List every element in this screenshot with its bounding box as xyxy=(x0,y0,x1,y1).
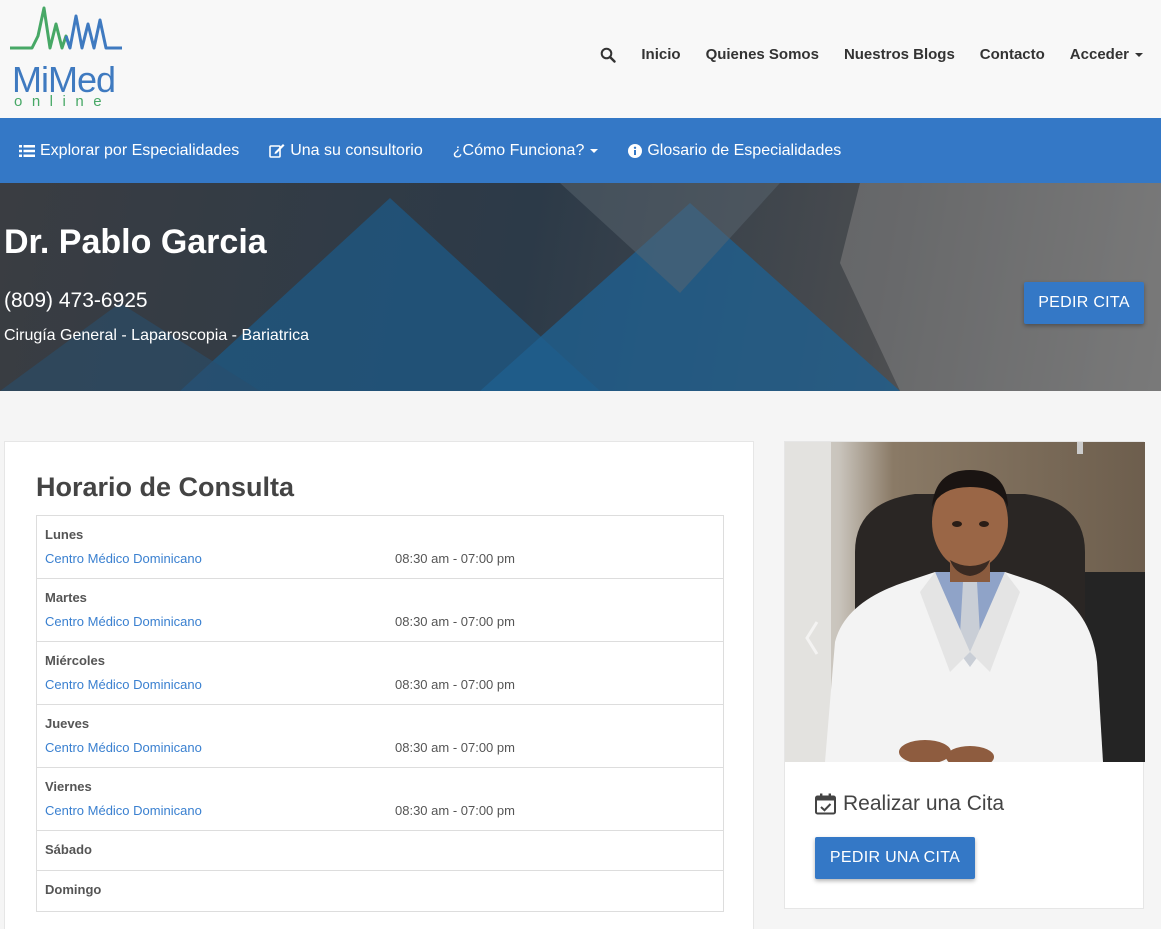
schedule-location-link[interactable]: Centro Médico Dominicano xyxy=(45,740,202,755)
nav-inicio[interactable]: Inicio xyxy=(641,46,680,63)
schedule-card: Horario de Consulta Lunes Centro Médico … xyxy=(4,441,754,929)
edit-icon xyxy=(269,144,285,158)
schedule-day: Jueves xyxy=(45,716,90,731)
logo-tagline: online xyxy=(14,93,112,110)
schedule-table: Lunes Centro Médico Dominicano 08:30 am … xyxy=(36,515,724,912)
nav-explorar-label: Explorar por Especialidades xyxy=(40,141,240,159)
pedir-una-cita-button[interactable]: PEDIR UNA CITA xyxy=(815,837,975,879)
nav-contacto[interactable]: Contacto xyxy=(980,46,1045,63)
schedule-location-link[interactable]: Centro Médico Dominicano xyxy=(45,614,202,629)
nav-como-funciona-label: ¿Cómo Funciona? xyxy=(452,141,585,159)
schedule-time: 08:30 am - 07:00 pm xyxy=(395,740,515,755)
pedir-cita-button[interactable]: PEDIR CITA xyxy=(1024,282,1144,324)
schedule-location-link[interactable]: Centro Médico Dominicano xyxy=(45,551,202,566)
nav-quienes-somos[interactable]: Quienes Somos xyxy=(706,46,819,63)
appointment-card: Realizar una Cita PEDIR UNA CITA xyxy=(784,441,1145,909)
search-button[interactable] xyxy=(600,47,617,63)
hero-background-decoration xyxy=(0,183,1161,391)
table-row: Sábado xyxy=(37,831,723,871)
doctor-phone: (809) 473-6925 xyxy=(4,289,148,312)
doctor-name: Dr. Pablo Garcia xyxy=(4,223,267,261)
schedule-day: Sábado xyxy=(45,842,92,857)
search-icon xyxy=(601,47,617,63)
table-row: Domingo xyxy=(37,871,723,911)
top-navigation: Inicio Quienes Somos Nuestros Blogs Cont… xyxy=(575,46,1143,63)
secondary-navigation: Explorar por Especialidades Una su consu… xyxy=(0,118,1161,183)
nav-acceder-label: Acceder xyxy=(1069,46,1129,63)
schedule-location-link[interactable]: Centro Médico Dominicano xyxy=(45,803,202,818)
table-row: Martes Centro Médico Dominicano 08:30 am… xyxy=(37,579,723,642)
info-icon xyxy=(628,143,643,158)
appointment-heading: Realizar una Cita xyxy=(815,792,1004,816)
table-row: Lunes Centro Médico Dominicano 08:30 am … xyxy=(37,516,723,579)
list-icon xyxy=(19,144,35,157)
doctor-specialties: Cirugía General - Laparoscopia - Bariatr… xyxy=(4,327,310,344)
schedule-time: 08:30 am - 07:00 pm xyxy=(395,677,515,692)
nav-una-consultorio-label: Una su consultorio xyxy=(290,141,423,159)
nav-glosario-especialidades[interactable]: Glosario de Especialidades xyxy=(628,142,841,160)
schedule-time: 08:30 am - 07:00 pm xyxy=(395,614,515,629)
table-row: Jueves Centro Médico Dominicano 08:30 am… xyxy=(37,705,723,768)
schedule-time: 08:30 am - 07:00 pm xyxy=(395,551,515,566)
schedule-day: Martes xyxy=(45,590,87,605)
caret-down-icon xyxy=(1135,52,1143,57)
schedule-day: Miércoles xyxy=(45,653,105,668)
logo[interactable]: MiMed online xyxy=(10,6,128,110)
schedule-location-link[interactable]: Centro Médico Dominicano xyxy=(45,677,202,692)
calendar-check-icon xyxy=(815,793,836,815)
doctor-hero-banner: Dr. Pablo Garcia (809) 473-6925 Cirugía … xyxy=(0,183,1161,391)
schedule-time: 08:30 am - 07:00 pm xyxy=(395,803,515,818)
nav-glosario-label: Glosario de Especialidades xyxy=(647,141,842,159)
nav-explorar-especialidades[interactable]: Explorar por Especialidades xyxy=(19,142,239,160)
table-row: Miércoles Centro Médico Dominicano 08:30… xyxy=(37,642,723,705)
heartbeat-logo-icon xyxy=(10,6,122,50)
schedule-day: Domingo xyxy=(45,882,102,897)
nav-acceder-dropdown[interactable]: Acceder xyxy=(1070,46,1143,63)
schedule-title: Horario de Consulta xyxy=(36,472,295,502)
schedule-day: Lunes xyxy=(45,527,84,542)
caret-down-icon xyxy=(590,148,599,153)
top-bar: MiMed online Inicio Quienes Somos Nuestr… xyxy=(0,0,1161,118)
appointment-title: Realizar una Cita xyxy=(843,792,1005,815)
schedule-day: Viernes xyxy=(45,779,92,794)
doctor-portrait-image xyxy=(785,442,1145,762)
nav-una-consultorio[interactable]: Una su consultorio xyxy=(269,142,423,160)
doctor-photo xyxy=(785,442,1145,762)
table-row: Viernes Centro Médico Dominicano 08:30 a… xyxy=(37,768,723,831)
nav-como-funciona-dropdown[interactable]: ¿Cómo Funciona? xyxy=(453,142,599,160)
nav-nuestros-blogs[interactable]: Nuestros Blogs xyxy=(844,46,955,63)
